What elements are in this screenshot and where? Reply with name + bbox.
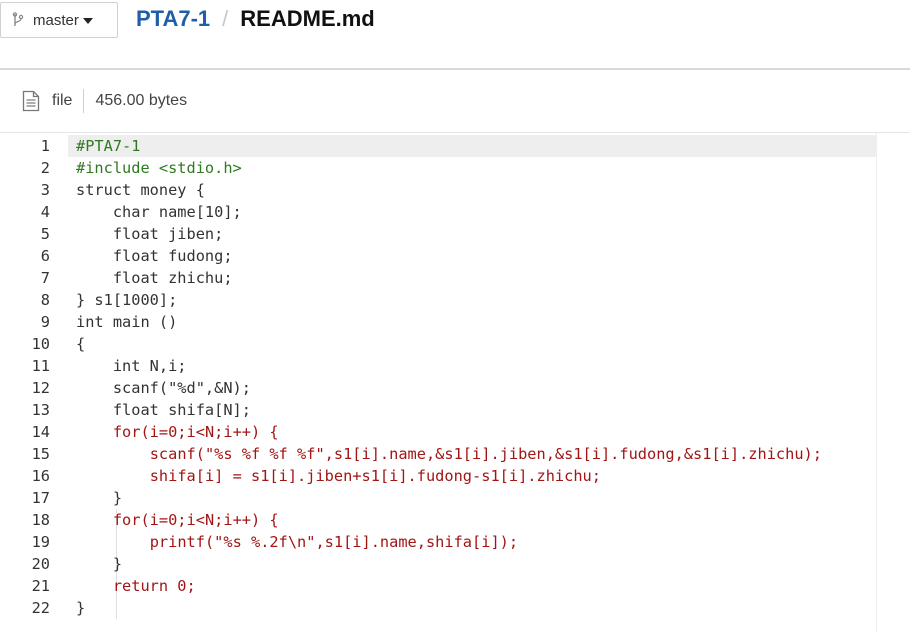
line-number: 8	[40, 291, 50, 309]
line-number: 18	[31, 511, 50, 529]
line-number: 5	[40, 225, 50, 243]
line-number: 7	[40, 269, 50, 287]
file-icon	[22, 90, 40, 112]
line-number: 11	[31, 357, 50, 375]
code-token: struct money {	[76, 181, 205, 199]
code-line: }	[76, 553, 122, 575]
code-token: }	[76, 489, 123, 507]
code-token: for(i=0;i<N;i++) {	[112, 423, 279, 441]
code-line: float shifa[N];	[76, 399, 251, 421]
code-token: return 0;	[112, 577, 196, 595]
line-number: 9	[40, 313, 50, 331]
code-line: {	[76, 333, 85, 355]
code-line: char name[10];	[76, 201, 242, 223]
breadcrumb-separator: /	[222, 6, 229, 31]
line-number: 4	[40, 203, 50, 221]
breadcrumb-file-name: README.md	[240, 6, 375, 31]
code-line: int main ()	[76, 311, 177, 333]
line-number: 1	[40, 137, 50, 155]
code-line: float fudong;	[76, 245, 233, 267]
line-number: 22	[31, 599, 50, 617]
line-number: 15	[31, 445, 50, 463]
code-line: printf("%s %.2f\n",s1[i].name,shifa[i]);	[76, 531, 518, 553]
branch-selector-button[interactable]: master	[0, 2, 118, 38]
line-number: 14	[31, 423, 50, 441]
line-number: 17	[31, 489, 50, 507]
code-token: int main ()	[76, 313, 178, 331]
code-token: }	[76, 599, 86, 617]
breadcrumb-repo-link[interactable]: PTA7-1	[136, 6, 210, 32]
code-right-edge	[876, 133, 877, 632]
line-number-gutter: 1 2 3 4 5 6 7 8 9 10 11 12 13 14 15 16 17 18 19 20 21 22	[0, 133, 68, 632]
branch-label: master	[33, 11, 79, 29]
line-number: 6	[40, 247, 50, 265]
code-viewer[interactable]: 1 2 3 4 5 6 7 8 9 10 11 12 13 14 15 16 17 18 19 20 21 22 #PTA…	[0, 132, 910, 632]
code-token: float fudong;	[76, 247, 233, 265]
code-line: return 0;	[76, 575, 196, 597]
breadcrumb: PTA7-1 / README.md	[136, 6, 375, 32]
code-line: struct money {	[76, 179, 205, 201]
code-line: int N,i;	[76, 355, 187, 377]
file-type-label: file	[52, 92, 73, 109]
code-line: #PTA7-1	[76, 135, 140, 157]
code-line: #include <stdio.h>	[76, 157, 242, 179]
code-line: shifa[i] = s1[i].jiben+s1[i].fudong-s1[i…	[76, 465, 601, 487]
code-line: for(i=0;i<N;i++) {	[76, 421, 279, 443]
code-token: float zhichu;	[76, 269, 233, 287]
code-token: scanf("%d",&N);	[76, 379, 251, 397]
line-number: 16	[31, 467, 50, 485]
code-token: printf("%s %.2f\n",s1[i].name,shifa[i]);	[149, 533, 519, 551]
code-token: shifa[i] = s1[i].jiben+s1[i].fudong-s1[i…	[149, 467, 601, 485]
code-token: #include <stdio.h>	[76, 159, 242, 177]
line-number: 12	[31, 379, 50, 397]
info-divider	[83, 89, 85, 113]
branch-icon	[11, 12, 25, 28]
code-token: } s1[1000];	[76, 291, 178, 309]
file-header: master PTA7-1 / README.md	[0, 0, 910, 68]
code-line: float zhichu;	[76, 267, 233, 289]
code-token: {	[76, 335, 86, 353]
code-token: char name[10];	[76, 203, 242, 221]
code-token: #PTA7-1	[76, 137, 141, 155]
line-number: 19	[31, 533, 50, 551]
code-line: scanf("%s %f %f %f",s1[i].name,&s1[i].ji…	[76, 443, 822, 465]
code-token: }	[76, 555, 123, 573]
chevron-down-icon	[82, 17, 93, 24]
code-token: float shifa[N];	[76, 401, 251, 419]
code-line: float jiben;	[76, 223, 224, 245]
code-line: }	[76, 597, 85, 619]
code-line: } s1[1000];	[76, 289, 177, 311]
code-token: scanf("%s %f %f %f",s1[i].name,&s1[i].ji…	[149, 445, 822, 463]
line-number: 10	[31, 335, 50, 353]
line-number: 2	[40, 159, 50, 177]
file-info-bar: file 456.00 bytes	[0, 70, 910, 132]
file-size-label: 456.00 bytes	[95, 92, 188, 109]
line-number: 21	[31, 577, 50, 595]
code-line: }	[76, 487, 122, 509]
code-token: for(i=0;i<N;i++) {	[112, 511, 279, 529]
line-number: 20	[31, 555, 50, 573]
line-number: 3	[40, 181, 50, 199]
code-token: float jiben;	[76, 225, 224, 243]
code-line: for(i=0;i<N;i++) {	[76, 509, 279, 531]
line-number: 13	[31, 401, 50, 419]
code-line: scanf("%d",&N);	[76, 377, 251, 399]
code-token: int N,i;	[76, 357, 187, 375]
code-content[interactable]: #PTA7-1 #include <stdio.h> struct money { …	[68, 133, 876, 632]
